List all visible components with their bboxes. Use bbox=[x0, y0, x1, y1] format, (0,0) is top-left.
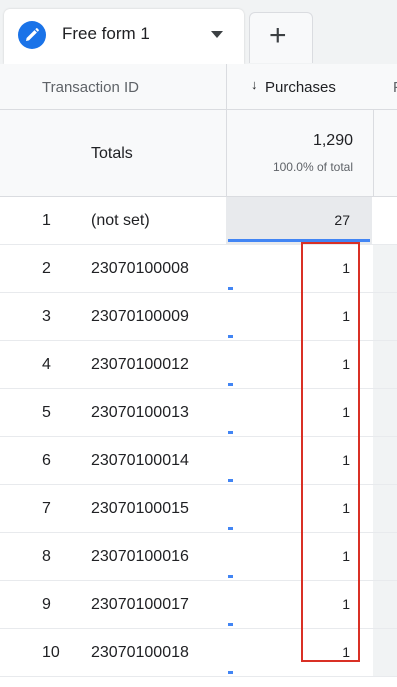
purchases-cell: 1 bbox=[226, 533, 372, 580]
purchases-cell: 1 bbox=[226, 629, 372, 676]
add-tab-button[interactable]: + bbox=[249, 12, 313, 63]
purchases-cell: 1 bbox=[226, 485, 372, 532]
purchases-cell: 27 bbox=[226, 197, 372, 244]
table-row[interactable]: 9 23070100017 1 bbox=[0, 581, 397, 629]
column-header-next-label: F bbox=[393, 79, 397, 96]
next-column-cell bbox=[373, 485, 397, 532]
sort-descending-icon: ↓ bbox=[251, 77, 258, 92]
transaction-id-cell: 23070100008 bbox=[91, 260, 189, 277]
column-header-next[interactable]: F bbox=[373, 64, 397, 109]
table-row[interactable]: 1 (not set) 27 bbox=[0, 197, 397, 245]
totals-label: Totals bbox=[91, 145, 133, 162]
purchases-cell: 1 bbox=[226, 341, 372, 388]
transaction-id-cell: (not set) bbox=[91, 212, 150, 229]
table-row[interactable]: 6 23070100014 1 bbox=[0, 437, 397, 485]
row-index: 4 bbox=[42, 356, 51, 373]
pencil-icon[interactable] bbox=[18, 21, 46, 49]
transaction-id-cell: 23070100016 bbox=[91, 548, 189, 565]
purchases-value: 1 bbox=[342, 260, 350, 276]
purchases-cell: 1 bbox=[226, 581, 372, 628]
purchases-value: 1 bbox=[342, 452, 350, 468]
purchases-bar bbox=[228, 527, 233, 530]
purchases-bar bbox=[228, 335, 233, 338]
table-header-row: Transaction ID ↓ Purchases F bbox=[0, 64, 397, 110]
table-row[interactable]: 10 23070100018 1 bbox=[0, 629, 397, 677]
purchases-value: 1 bbox=[342, 404, 350, 420]
purchases-bar bbox=[228, 239, 370, 242]
transaction-id-cell: 23070100013 bbox=[91, 404, 189, 421]
purchases-value: 1 bbox=[342, 500, 350, 516]
transaction-id-cell: 23070100017 bbox=[91, 596, 189, 613]
purchases-value: 1 bbox=[342, 308, 350, 324]
table-row[interactable]: 2 23070100008 1 bbox=[0, 245, 397, 293]
row-index: 7 bbox=[42, 500, 51, 517]
table-row[interactable]: 8 23070100016 1 bbox=[0, 533, 397, 581]
row-index: 1 bbox=[42, 212, 51, 229]
purchases-value: 1 bbox=[342, 548, 350, 564]
purchases-cell: 1 bbox=[226, 293, 372, 340]
table-row[interactable]: 5 23070100013 1 bbox=[0, 389, 397, 437]
purchases-bar bbox=[228, 383, 233, 386]
row-index: 3 bbox=[42, 308, 51, 325]
next-column-cell bbox=[373, 389, 397, 436]
row-index: 10 bbox=[42, 644, 60, 661]
tab-label: Free form 1 bbox=[62, 24, 150, 43]
column-header-transaction-id[interactable]: Transaction ID bbox=[42, 79, 139, 96]
column-header-purchases-label: Purchases bbox=[265, 79, 336, 96]
row-index: 5 bbox=[42, 404, 51, 421]
purchases-cell: 1 bbox=[226, 245, 372, 292]
totals-percent: 100.0% of total bbox=[272, 160, 353, 174]
next-column-cell bbox=[373, 197, 397, 244]
purchases-bar bbox=[228, 575, 233, 578]
next-column-cell bbox=[373, 293, 397, 340]
transaction-id-cell: 23070100018 bbox=[91, 644, 189, 661]
plus-icon: + bbox=[269, 19, 287, 52]
row-index: 8 bbox=[42, 548, 51, 565]
next-column-cell bbox=[373, 437, 397, 484]
purchases-bar bbox=[228, 671, 233, 674]
row-index: 6 bbox=[42, 452, 51, 469]
row-index: 9 bbox=[42, 596, 51, 613]
purchases-value: 27 bbox=[334, 212, 350, 228]
purchases-bar bbox=[228, 623, 233, 626]
totals-purchases-cell: 1,290 100.0% of total bbox=[226, 110, 374, 196]
totals-row: Totals 1,290 100.0% of total bbox=[0, 110, 397, 197]
transaction-id-cell: 23070100015 bbox=[91, 500, 189, 517]
next-column-cell bbox=[373, 341, 397, 388]
purchases-value: 1 bbox=[342, 356, 350, 372]
row-index: 2 bbox=[42, 260, 51, 277]
table-row[interactable]: 3 23070100009 1 bbox=[0, 293, 397, 341]
totals-value: 1,290 bbox=[312, 132, 353, 149]
transaction-id-cell: 23070100014 bbox=[91, 452, 189, 469]
table-row[interactable]: 4 23070100012 1 bbox=[0, 341, 397, 389]
chevron-down-icon[interactable] bbox=[211, 31, 223, 39]
purchases-cell: 1 bbox=[226, 437, 372, 484]
transaction-id-cell: 23070100012 bbox=[91, 356, 189, 373]
next-column-cell bbox=[373, 581, 397, 628]
transaction-id-cell: 23070100009 bbox=[91, 308, 189, 325]
table-row[interactable]: 7 23070100015 1 bbox=[0, 485, 397, 533]
purchases-value: 1 bbox=[342, 644, 350, 660]
column-header-purchases[interactable]: ↓ Purchases bbox=[226, 64, 374, 109]
data-table: Transaction ID ↓ Purchases F Totals 1,29… bbox=[0, 64, 397, 687]
next-column-cell bbox=[373, 533, 397, 580]
purchases-value: 1 bbox=[342, 596, 350, 612]
next-column-cell bbox=[373, 629, 397, 676]
purchases-bar bbox=[228, 479, 233, 482]
tab-free-form-1[interactable]: Free form 1 bbox=[4, 9, 244, 64]
purchases-bar bbox=[228, 431, 233, 434]
purchases-cell: 1 bbox=[226, 389, 372, 436]
next-column-cell bbox=[373, 245, 397, 292]
purchases-bar bbox=[228, 287, 233, 290]
tab-bar: Free form 1 + bbox=[0, 0, 397, 64]
